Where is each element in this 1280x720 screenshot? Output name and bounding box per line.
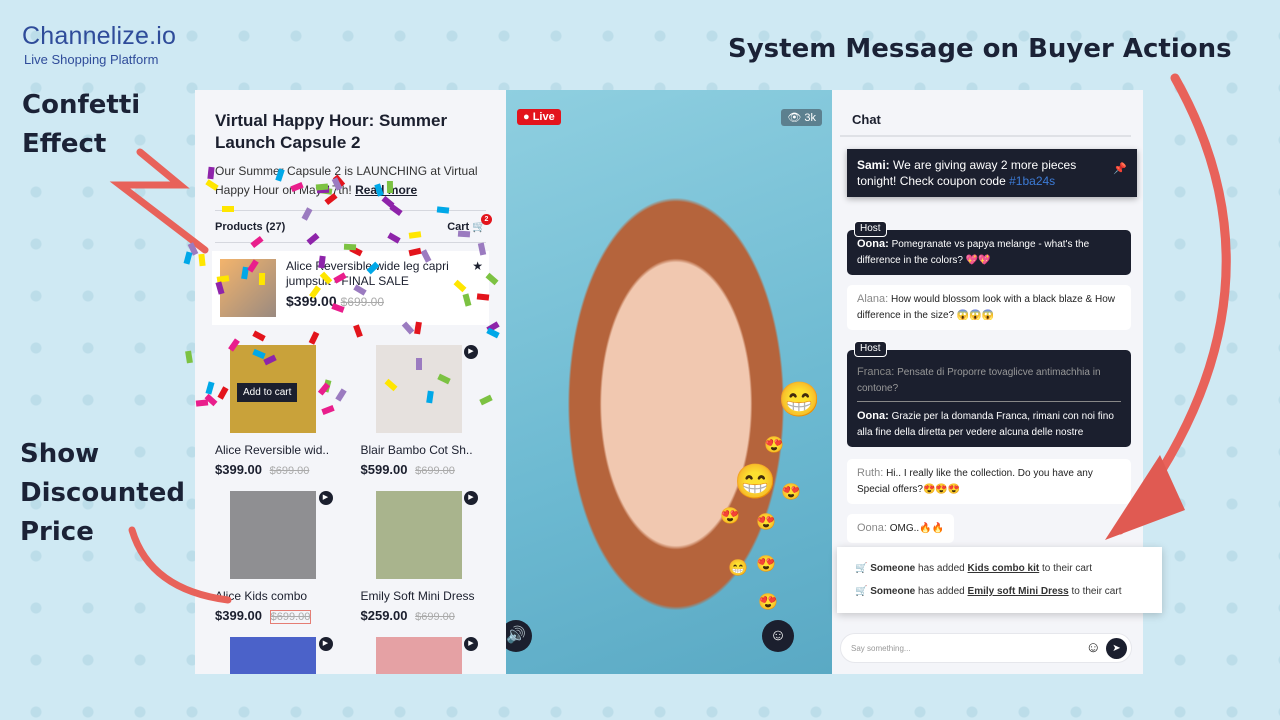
star-icon[interactable]: ★ [472, 259, 483, 273]
product-card[interactable]: ▶ Emily Soft Mini Dress $259.00 $699.00 [361, 491, 487, 623]
coupon-code[interactable]: #1ba24s [1009, 174, 1055, 188]
event-description: Our Summer Capsule 2 is LAUNCHING at Vir… [215, 164, 478, 197]
reaction-emoji: 😍 [781, 484, 801, 501]
product-old-price: $699.00 [269, 610, 312, 624]
confetti-piece [316, 183, 329, 191]
cart-badge: 2 [481, 214, 492, 225]
arrow-confetti [109, 148, 209, 254]
pinned-message: Sami: We are giving away 2 more pieces t… [847, 149, 1137, 197]
confetti-piece [222, 206, 235, 213]
product-name: Alice Reversible wid.. [215, 443, 330, 457]
reaction-emoji: 😁 [728, 560, 748, 577]
chat-message: Alana: How would blossom look with a bla… [847, 285, 1131, 330]
volume-button[interactable]: 🔊 [506, 620, 532, 652]
live-video[interactable]: ● Live 👁 3k 😁 😍 😁 😍 😍 😍 😁 😍 😍 🔊 ☺ [506, 90, 832, 674]
featured-old-price: $699.00 [340, 295, 384, 309]
chat-title: Chat [840, 90, 1131, 137]
confetti-piece [386, 181, 393, 194]
product-image [375, 491, 462, 579]
callout-system-message: System Message on Buyer Actions [728, 34, 1232, 64]
confetti-piece [437, 206, 450, 214]
product-name: Emily Soft Mini Dress [360, 589, 475, 603]
product-panel: Virtual Happy Hour: Summer Launch Capsul… [195, 90, 506, 674]
host-badge: Host [854, 341, 887, 357]
confetti-piece [183, 251, 193, 265]
product-name: Alice Kids combo [215, 589, 308, 603]
chat-input[interactable]: Say something... ☺ ➤ [840, 633, 1132, 663]
reaction-emoji: 😁 [734, 463, 777, 501]
products-count: Products (27) [215, 220, 286, 233]
product-price: $399.00 [215, 608, 262, 623]
product-grid: Add to cart Alice Reversible wid.. $399.00… [215, 345, 486, 674]
product-card[interactable]: ▶ [215, 637, 341, 674]
product-link[interactable]: Kids combo kit [968, 563, 1040, 574]
product-card[interactable]: ▶ [361, 637, 487, 674]
confetti-piece [198, 253, 206, 267]
product-old-price: $699.00 [415, 611, 455, 623]
divider [857, 401, 1121, 402]
play-icon[interactable]: ▶ [464, 491, 478, 505]
chat-message: Oona: OMG..🔥🔥 [847, 514, 955, 543]
cart-icon: 🛒 [855, 586, 868, 597]
product-name: Blair Bambo Cot Sh.. [360, 443, 473, 457]
product-image [230, 491, 316, 579]
send-button[interactable]: ➤ [1106, 638, 1127, 659]
chat-reply-message: Host Franca: Pensate di Proporre tovagli… [847, 341, 1131, 447]
reaction-emoji: 😍 [756, 514, 776, 531]
play-icon[interactable]: ▶ [464, 345, 478, 359]
system-messages: 🛒 Someone has added Kids combo kit to th… [837, 547, 1162, 613]
reaction-button[interactable]: ☺ [762, 620, 794, 652]
play-icon[interactable]: ▶ [464, 637, 478, 651]
add-to-cart-button[interactable]: Add to cart [237, 383, 298, 402]
confetti-piece [477, 292, 490, 301]
product-price: $259.00 [360, 608, 408, 623]
callout-discount: Show Discounted Price [20, 439, 185, 547]
channelize-logo: Channelize.io Live Shopping Platform [22, 22, 177, 67]
viewer-count: 👁 3k [781, 109, 822, 126]
cart-icon: 🛒 [855, 563, 868, 574]
product-old-price: $699.00 [269, 465, 310, 477]
product-old-price: $699.00 [415, 465, 455, 477]
play-icon[interactable]: ▶ [318, 491, 333, 505]
confetti-piece [408, 230, 421, 239]
product-card[interactable]: ▶ Blair Bambo Cot Sh.. $599.00 $699.00 [361, 345, 487, 477]
video-frame-person [526, 170, 826, 674]
reaction-emoji: 😁 [778, 381, 821, 419]
confetti-piece [258, 272, 265, 285]
product-price: $399.00 [215, 462, 262, 477]
product-price: $599.00 [360, 462, 408, 477]
reaction-emoji: 😍 [756, 556, 776, 573]
confetti-piece [457, 230, 471, 238]
chat-message: Host Oona: Pomegranate vs papya melange … [847, 221, 1131, 275]
system-message: 🛒 Someone has added Emily soft Mini Dres… [855, 586, 1122, 597]
eye-icon: 👁 [787, 112, 802, 124]
product-card[interactable]: ▶ Alice Kids combo $399.00 $699.00 [215, 491, 341, 624]
chat-message: Ruth: Hi.. I really like the collection.… [847, 459, 1131, 504]
emoji-icon[interactable]: ☺ [1086, 639, 1101, 656]
product-link[interactable]: Emily soft Mini Dress [968, 586, 1069, 597]
confetti-piece [343, 243, 356, 251]
event-title: Virtual Happy Hour: Summer Launch Capsul… [215, 111, 448, 152]
callout-confetti: Confetti Effect [22, 90, 141, 159]
confetti-piece [415, 357, 422, 370]
reaction-emoji: 😍 [758, 594, 778, 611]
reaction-emoji: 😍 [764, 437, 784, 454]
pin-icon[interactable]: 📌 [1113, 161, 1127, 177]
product-image [375, 637, 462, 674]
host-badge: Host [854, 221, 887, 237]
live-badge: ● Live [517, 109, 561, 125]
product-image [230, 637, 316, 674]
play-icon[interactable]: ▶ [318, 637, 333, 651]
confetti-piece [184, 350, 193, 364]
system-message: 🛒 Someone has added Kids combo kit to th… [855, 563, 1093, 574]
reaction-emoji: 😍 [720, 508, 740, 525]
